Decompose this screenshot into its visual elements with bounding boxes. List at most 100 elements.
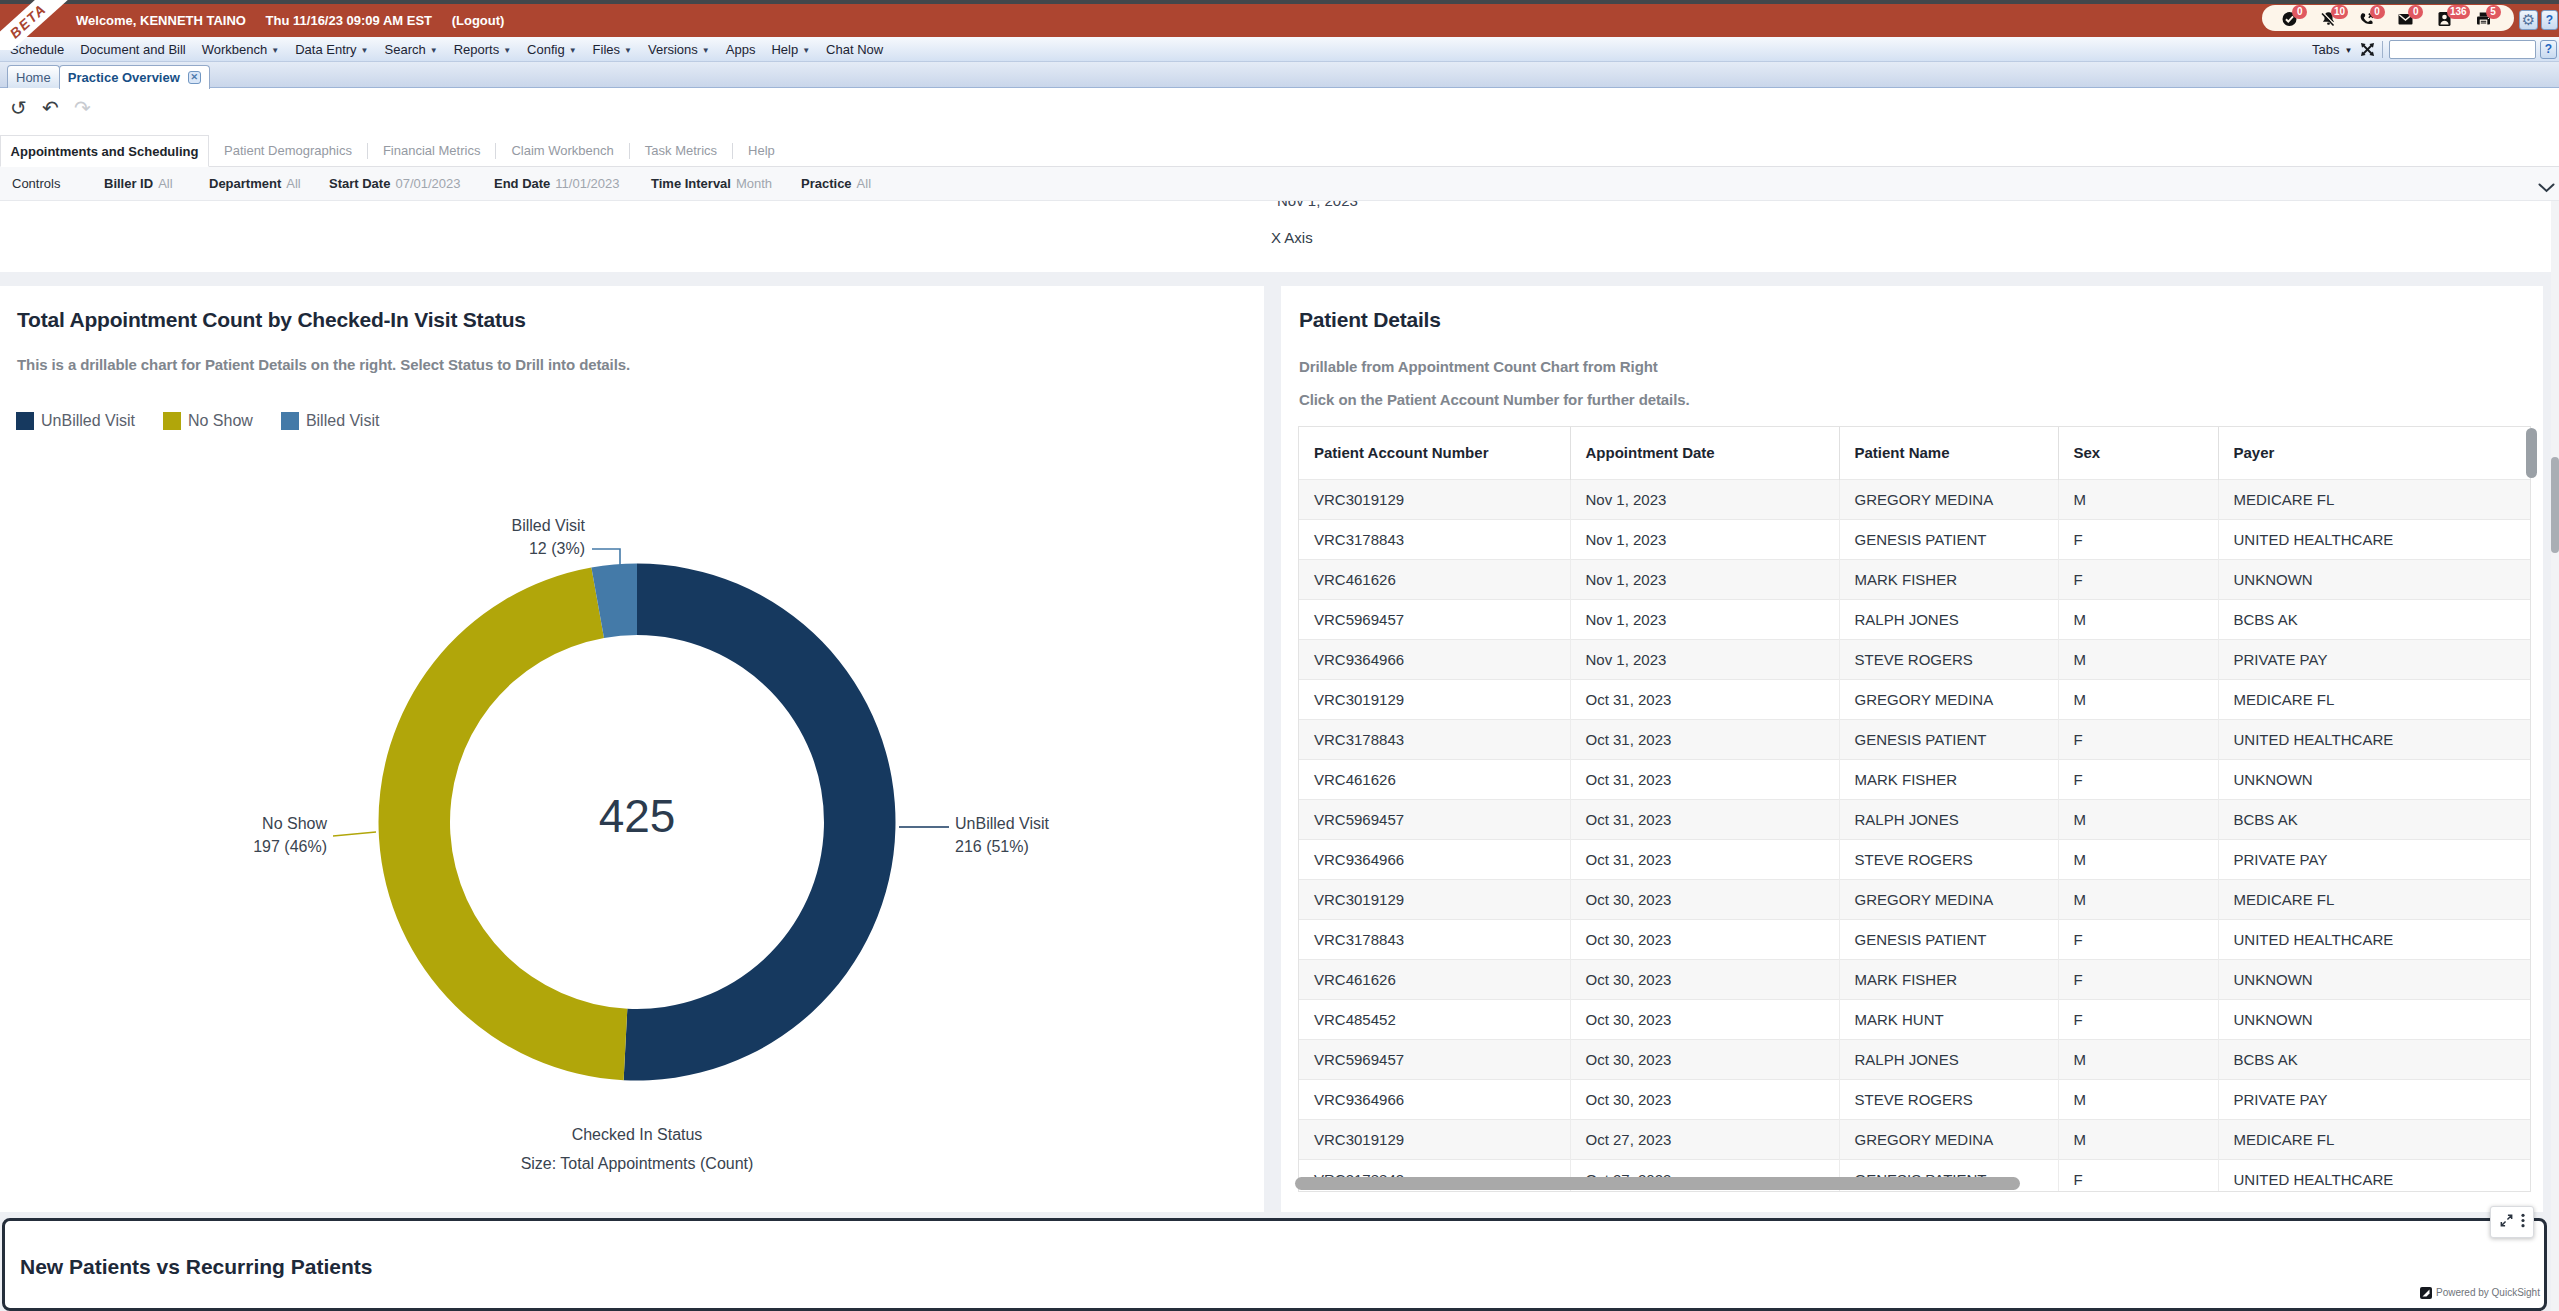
- filter-time-interval[interactable]: Time IntervalMonth: [651, 167, 772, 200]
- account-number-cell[interactable]: VRC3019129: [1299, 879, 1570, 919]
- close-tab-icon[interactable]: ✕: [188, 71, 201, 84]
- account-number-cell[interactable]: VRC5969457: [1299, 799, 1570, 839]
- callout-connector: [333, 832, 376, 836]
- app-window: Welcome, KENNETH TAINO Thu 11/16/23 09:0…: [0, 0, 2559, 1311]
- table-cell: MARK HUNT: [1839, 999, 2058, 1039]
- dashboard-tab-active[interactable]: Appointments and Scheduling: [0, 135, 209, 167]
- mail-icon[interactable]: 0: [2397, 9, 2417, 27]
- menu-item-help[interactable]: Help▼: [771, 42, 810, 57]
- dashboard-tab[interactable]: Financial Metrics: [368, 143, 496, 158]
- menu-item-apps[interactable]: Apps: [726, 42, 756, 57]
- redo-icon[interactable]: ↷: [74, 96, 91, 120]
- account-number-cell[interactable]: VRC3019129: [1299, 679, 1570, 719]
- x-axis-label: X Axis: [1271, 229, 1313, 246]
- table-cell: BCBS AK: [2218, 599, 2530, 639]
- panel-gap: [1264, 286, 1281, 1212]
- menubar-help-icon[interactable]: ?: [2540, 40, 2557, 59]
- table-cell: M: [2058, 479, 2218, 519]
- table-horizontal-scrollbar[interactable]: [1295, 1177, 2020, 1190]
- dashboard-tabs: Appointments and SchedulingPatient Demog…: [0, 135, 2559, 167]
- close-all-tabs-icon[interactable]: [2360, 42, 2375, 61]
- account-number-cell[interactable]: VRC3178843: [1299, 519, 1570, 559]
- menu-item-search[interactable]: Search▼: [385, 42, 438, 57]
- table-vertical-scrollbar[interactable]: [2526, 428, 2537, 478]
- phone-missed-icon[interactable]: 0: [2359, 9, 2379, 27]
- table-cell: UNKNOWN: [2218, 959, 2530, 999]
- table-row: VRC3178843Nov 1, 2023GENESIS PATIENTFUNI…: [1299, 519, 2530, 559]
- account-number-cell[interactable]: VRC461626: [1299, 959, 1570, 999]
- donut-callout-no-show: No Show197 (46%): [253, 812, 327, 858]
- page-scrollbar[interactable]: [2551, 201, 2559, 1311]
- topbar-help-icon[interactable]: ?: [2541, 10, 2558, 30]
- menu-item-document-and-bill[interactable]: Document and Bill: [80, 42, 186, 57]
- dashboard-tab[interactable]: Patient Demographics: [209, 143, 367, 158]
- menu-item-files[interactable]: Files▼: [593, 42, 632, 57]
- table-cell: GENESIS PATIENT: [1839, 519, 2058, 559]
- account-number-cell[interactable]: VRC9364966: [1299, 639, 1570, 679]
- table-cell: GREGORY MEDINA: [1839, 679, 2058, 719]
- account-number-cell[interactable]: VRC9364966: [1299, 839, 1570, 879]
- search-input[interactable]: [2389, 40, 2536, 59]
- gear-icon[interactable]: ⚙: [2519, 10, 2538, 30]
- filter-department[interactable]: DepartmentAll: [209, 167, 301, 200]
- menu-item-data-entry[interactable]: Data Entry▼: [295, 42, 368, 57]
- table-cell: MEDICARE FL: [2218, 479, 2530, 519]
- table-header-row: Patient Account NumberAppointment DatePa…: [1299, 427, 2530, 479]
- callout-connector: [592, 549, 620, 567]
- contact-icon[interactable]: 136: [2436, 9, 2456, 27]
- table-cell: Nov 1, 2023: [1570, 479, 1839, 519]
- table-cell: Nov 1, 2023: [1570, 599, 1839, 639]
- table-cell: F: [2058, 999, 2218, 1039]
- filter-start-date[interactable]: Start Date07/01/2023: [329, 167, 461, 200]
- tab-practice-overview[interactable]: Practice Overview✕: [59, 65, 210, 89]
- menu-item-versions[interactable]: Versions▼: [648, 42, 710, 57]
- menu-item-chat-now[interactable]: Chat Now: [826, 42, 883, 57]
- menu-item-reports[interactable]: Reports▼: [454, 42, 511, 57]
- expand-icon[interactable]: [2499, 1213, 2514, 1232]
- dashboard-tab[interactable]: Task Metrics: [630, 143, 732, 158]
- controls-collapse-icon[interactable]: [2538, 179, 2555, 197]
- account-number-cell[interactable]: VRC5969457: [1299, 1039, 1570, 1079]
- filter-end-date[interactable]: End Date11/01/2023: [494, 167, 619, 200]
- table-row: VRC9364966Oct 30, 2023STEVE ROGERSMPRIVA…: [1299, 1079, 2530, 1119]
- filter-biller-id[interactable]: Biller IDAll: [104, 167, 173, 200]
- menu-item-config[interactable]: Config▼: [527, 42, 577, 57]
- kebab-menu-icon[interactable]: [2521, 1213, 2525, 1232]
- table-row: VRC9364966Nov 1, 2023STEVE ROGERSMPRIVAT…: [1299, 639, 2530, 679]
- filter-practice[interactable]: PracticeAll: [801, 167, 871, 200]
- table-cell: Oct 31, 2023: [1570, 719, 1839, 759]
- account-number-cell[interactable]: VRC461626: [1299, 559, 1570, 599]
- tab-home[interactable]: Home: [7, 65, 60, 88]
- logout-link[interactable]: (Logout): [452, 13, 505, 28]
- badge-count: 136: [2447, 5, 2470, 19]
- undo-icon[interactable]: ↶: [42, 96, 59, 120]
- menu-item-workbench[interactable]: Workbench▼: [202, 42, 279, 57]
- table-cell: F: [2058, 719, 2218, 759]
- account-number-cell[interactable]: VRC3019129: [1299, 1119, 1570, 1159]
- check-circle-icon[interactable]: 0: [2281, 9, 2301, 27]
- account-number-cell[interactable]: VRC3019129: [1299, 479, 1570, 519]
- fax-icon[interactable]: 5: [2475, 9, 2495, 27]
- account-number-cell[interactable]: VRC3178843: [1299, 719, 1570, 759]
- bell-slash-icon[interactable]: 10: [2320, 9, 2340, 27]
- dashboard-tab[interactable]: Help: [733, 143, 790, 158]
- donut-axis-caption: Checked In Status: [572, 1126, 703, 1144]
- dashboard-tab[interactable]: Claim Workbench: [496, 143, 628, 158]
- account-number-cell[interactable]: VRC5969457: [1299, 599, 1570, 639]
- reset-icon[interactable]: ↺: [10, 96, 27, 120]
- quicksight-logo: [2420, 1287, 2432, 1299]
- table-cell: GREGORY MEDINA: [1839, 879, 2058, 919]
- column-header: Sex: [2058, 427, 2218, 479]
- tabs-dropdown[interactable]: Tabs▼: [2312, 37, 2352, 63]
- table-cell: Oct 31, 2023: [1570, 679, 1839, 719]
- account-number-cell[interactable]: VRC461626: [1299, 759, 1570, 799]
- axis-tick-label: Nov 1, 2023: [1277, 201, 1358, 209]
- table-cell: MEDICARE FL: [2218, 879, 2530, 919]
- account-number-cell[interactable]: VRC485452: [1299, 999, 1570, 1039]
- table-cell: GENESIS PATIENT: [1839, 919, 2058, 959]
- account-number-cell[interactable]: VRC3178843: [1299, 919, 1570, 959]
- badge-count: 0: [2370, 5, 2385, 19]
- table-cell: MARK FISHER: [1839, 959, 2058, 999]
- account-number-cell[interactable]: VRC9364966: [1299, 1079, 1570, 1119]
- welcome-text: Welcome, KENNETH TAINO: [76, 13, 246, 28]
